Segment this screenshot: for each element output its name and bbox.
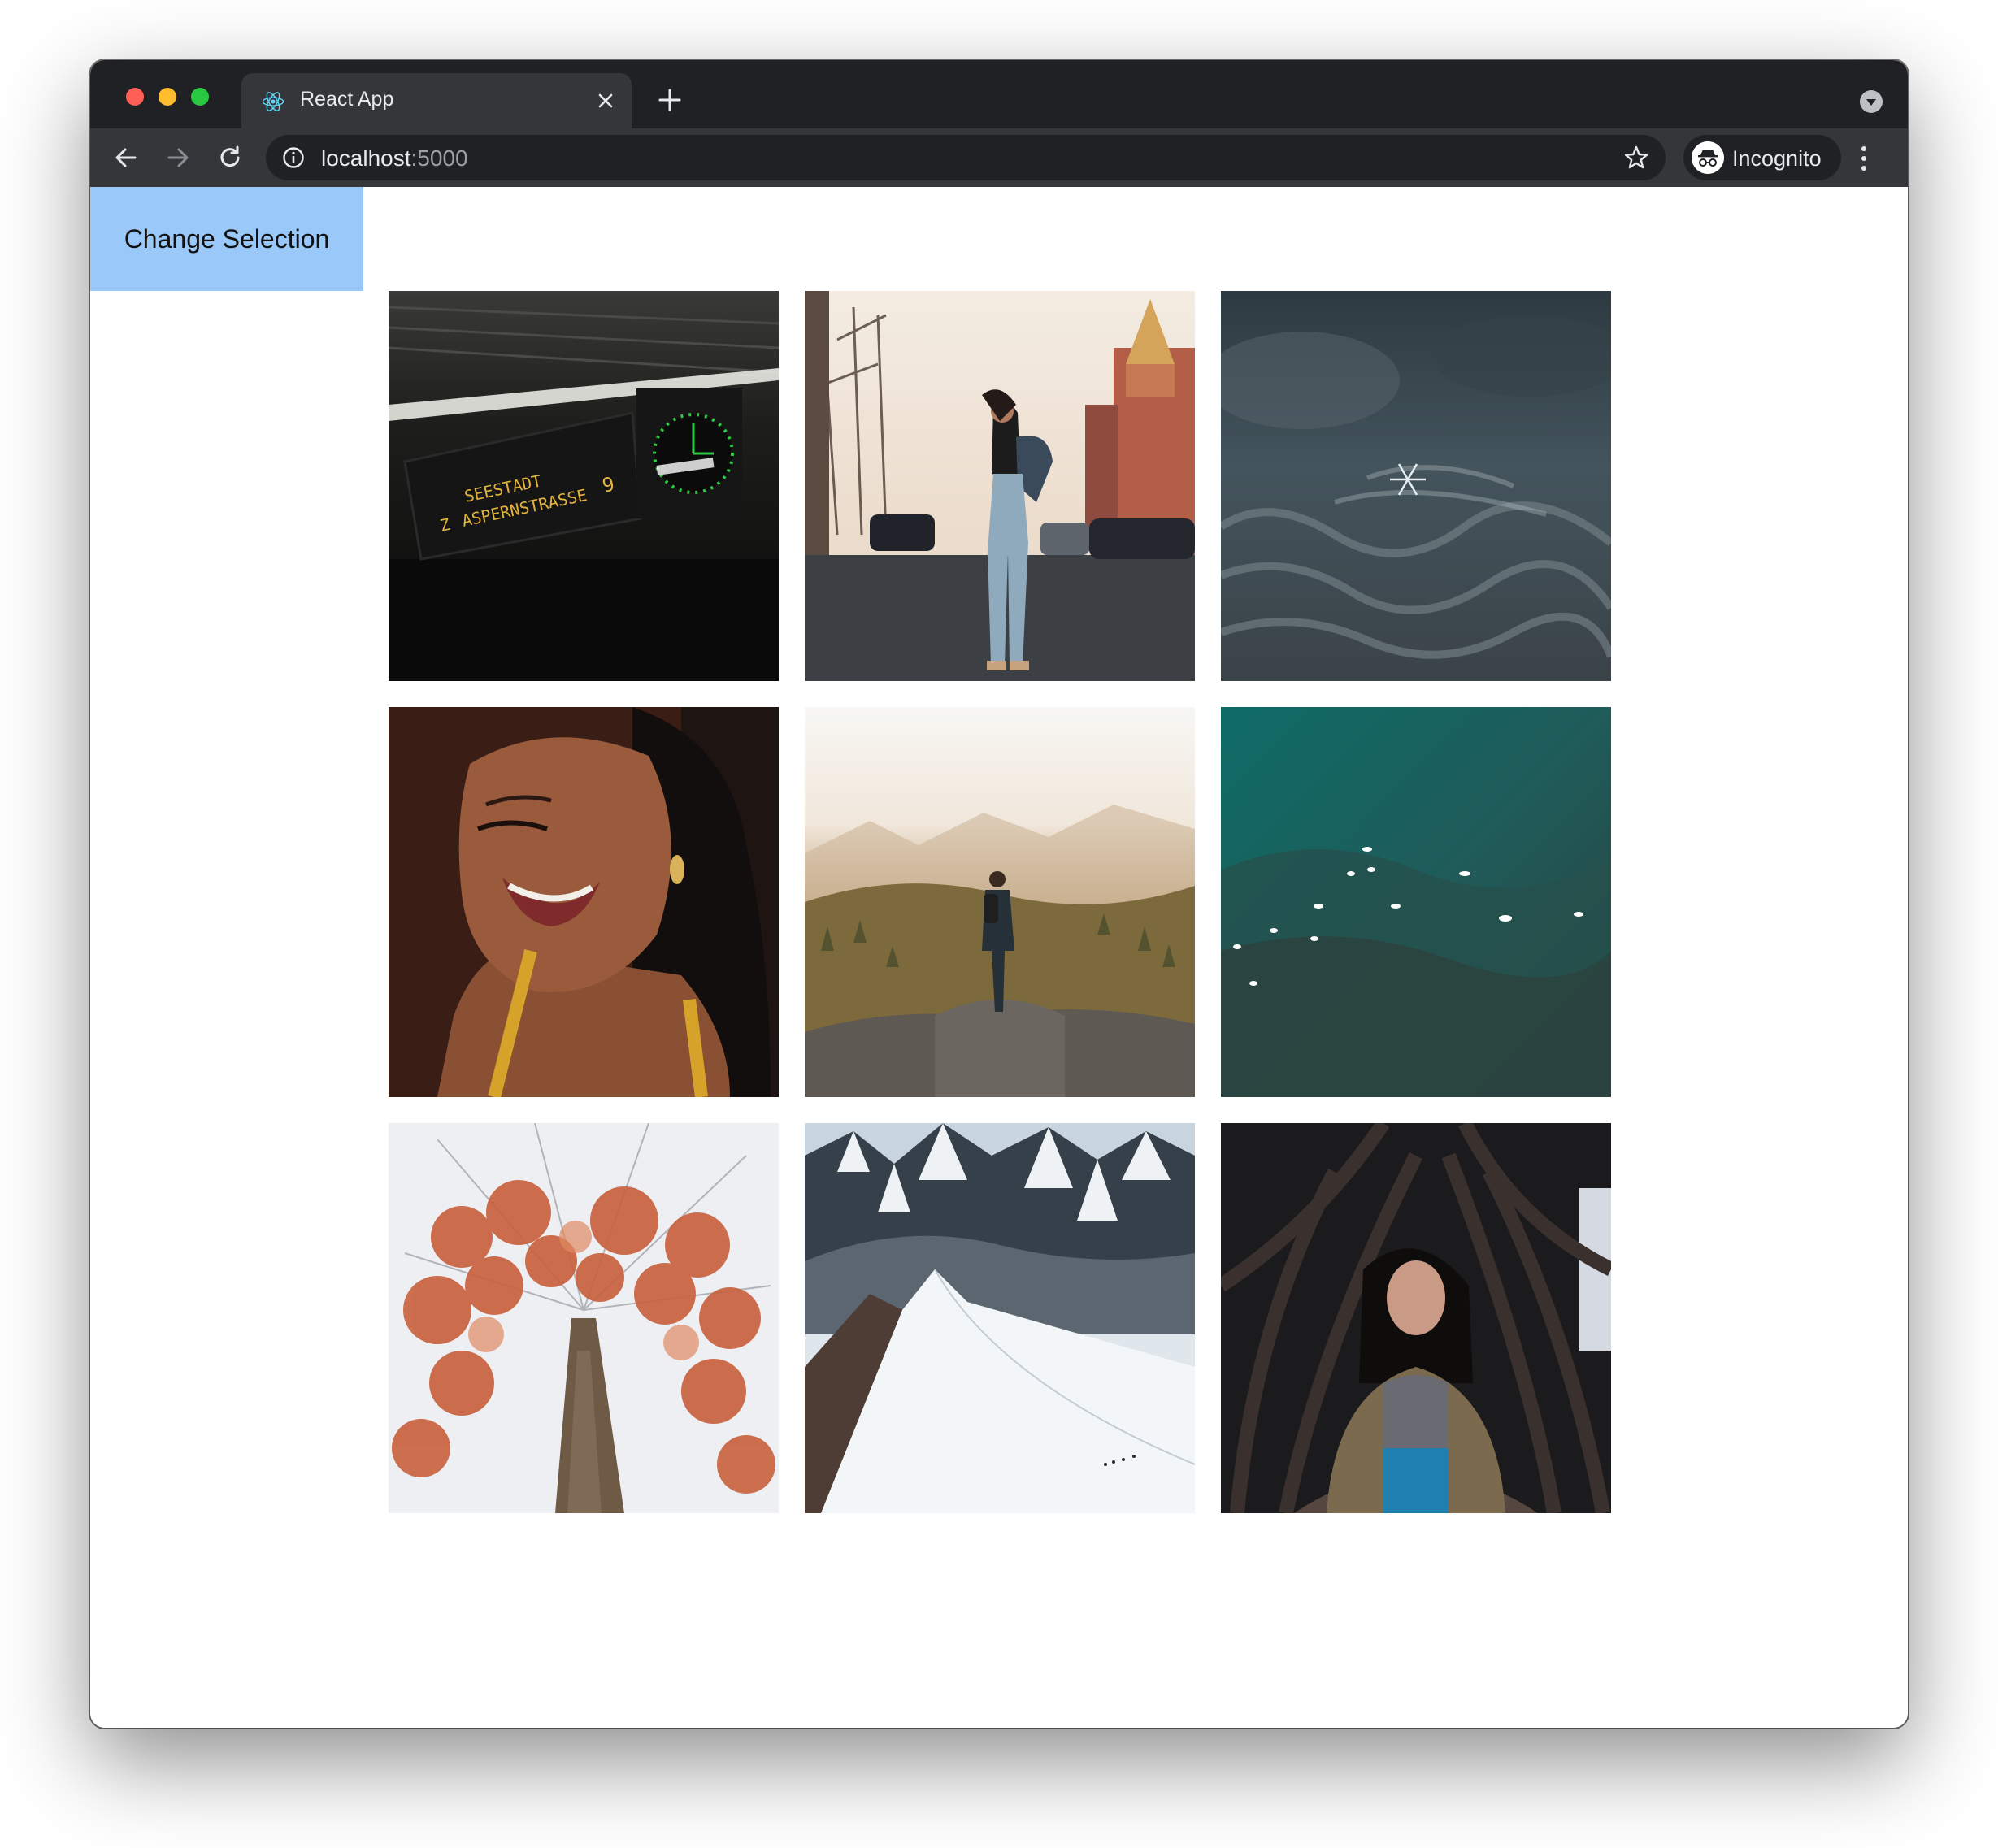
- browser-tab[interactable]: React App: [241, 73, 632, 128]
- change-selection-button[interactable]: Change Selection: [90, 187, 363, 291]
- close-window-button[interactable]: [126, 88, 144, 106]
- maximize-window-button[interactable]: [191, 88, 209, 106]
- back-arrow-icon[interactable]: [111, 143, 141, 172]
- browser-toolbar: localhost:5000 Incognito: [90, 128, 1908, 187]
- page-content: Change Selection SEESTADT ASPERNSTRASSE …: [90, 187, 1908, 1728]
- browser-window: React App localhost:5000 Incognito Chang…: [90, 60, 1908, 1728]
- tab-strip: React App: [90, 60, 1908, 128]
- photo-hiker[interactable]: [805, 707, 1195, 1097]
- photo-ocean-aerial[interactable]: [1221, 707, 1611, 1097]
- photo-snowy-mountains[interactable]: [805, 1123, 1195, 1513]
- react-logo-icon: [262, 92, 284, 111]
- photo-grid: SEESTADT ASPERNSTRASSE Z 9: [389, 291, 1611, 1513]
- photo-subway-sign[interactable]: SEESTADT ASPERNSTRASSE Z 9: [389, 291, 779, 681]
- photo-snowflake[interactable]: [1221, 291, 1611, 681]
- address-bar[interactable]: localhost:5000: [266, 135, 1666, 180]
- photo-autumn-tree[interactable]: [389, 1123, 779, 1513]
- close-tab-icon[interactable]: [596, 91, 615, 111]
- url-host: localhost: [321, 145, 411, 171]
- site-info-icon[interactable]: [282, 146, 305, 169]
- tab-title: React App: [300, 88, 394, 111]
- minimize-window-button[interactable]: [159, 88, 176, 106]
- forward-arrow-icon[interactable]: [163, 143, 193, 172]
- url-port: :5000: [410, 145, 468, 171]
- incognito-label: Incognito: [1732, 146, 1822, 171]
- reload-icon[interactable]: [215, 143, 245, 172]
- url-text: localhost:5000: [321, 145, 468, 171]
- new-tab-icon[interactable]: [658, 88, 682, 112]
- incognito-profile-button[interactable]: Incognito: [1683, 135, 1841, 180]
- bookmark-star-icon[interactable]: [1623, 145, 1649, 171]
- photo-smiling-woman[interactable]: [389, 707, 779, 1097]
- more-menu-icon[interactable]: [1859, 145, 1869, 172]
- incognito-icon: [1692, 141, 1724, 174]
- tab-search-icon[interactable]: [1859, 89, 1883, 114]
- photo-street-woman[interactable]: [805, 291, 1195, 681]
- photo-tree-tunnel-woman[interactable]: [1221, 1123, 1611, 1513]
